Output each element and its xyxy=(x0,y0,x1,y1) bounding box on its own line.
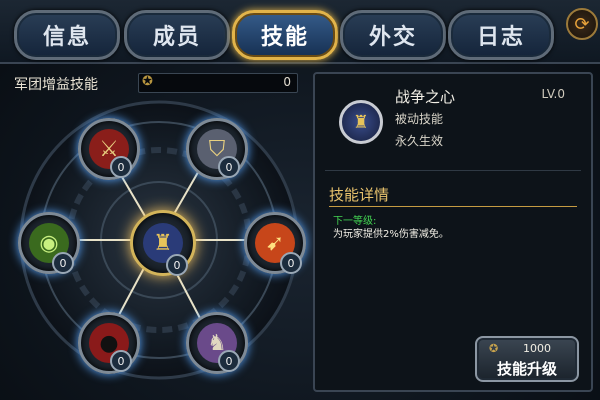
skill-points-bar: ✪ 0 xyxy=(138,73,298,93)
skill-level-badge: 0 xyxy=(110,350,132,372)
divider xyxy=(325,170,581,171)
skill-detail-panel: ♜ 战争之心 LV.0 被动技能 永久生效 技能详情 下一等级: 为玩家提供2%… xyxy=(313,72,593,392)
refresh-icon[interactable]: ⟳ xyxy=(566,8,598,40)
lion-shield-icon: ♜ xyxy=(339,100,383,144)
legion-skills-screen: 信息 成员 技能 外交 日志 ⟳ 军团增益技能 ✪ 0 ⚔ 0 ⛉ 0 ◉ 0 … xyxy=(0,0,600,400)
tab-info[interactable]: 信息 xyxy=(14,10,120,60)
tab-skills[interactable]: 技能 xyxy=(232,10,338,60)
skill-points-value: 0 xyxy=(283,75,291,89)
upgrade-skill-button[interactable]: ✪ 1000 技能升级 xyxy=(475,336,579,382)
tab-bar: 信息 成员 技能 外交 日志 ⟳ xyxy=(0,0,600,64)
skill-detail-title: 技能详情 xyxy=(329,186,390,204)
legion-buff-skills-title: 军团增益技能 xyxy=(14,77,98,93)
divider xyxy=(329,206,577,207)
skill-level-badge: 0 xyxy=(218,156,240,178)
skill-level: LV.0 xyxy=(541,87,565,101)
tab-members[interactable]: 成员 xyxy=(124,10,230,60)
skill-name: 战争之心 xyxy=(395,88,456,106)
skill-duration: 永久生效 xyxy=(395,134,444,148)
upgrade-button-label: 技能升级 xyxy=(496,360,557,378)
skill-level-badge: 0 xyxy=(110,156,132,178)
skill-level-badge: 0 xyxy=(218,350,240,372)
skill-type: 被动技能 xyxy=(395,112,444,126)
upgrade-cost: 1000 xyxy=(523,342,551,355)
next-level-description: 为玩家提供2%伤害减免。 xyxy=(333,229,449,240)
tab-log[interactable]: 日志 xyxy=(448,10,554,60)
tab-diplomacy[interactable]: 外交 xyxy=(340,10,446,60)
skill-level-badge: 0 xyxy=(166,254,188,276)
skill-level-badge: 0 xyxy=(52,252,74,274)
skill-level-badge: 0 xyxy=(280,252,302,274)
legion-emblem-icon: ✪ xyxy=(489,342,499,355)
legion-emblem-icon: ✪ xyxy=(142,74,153,89)
